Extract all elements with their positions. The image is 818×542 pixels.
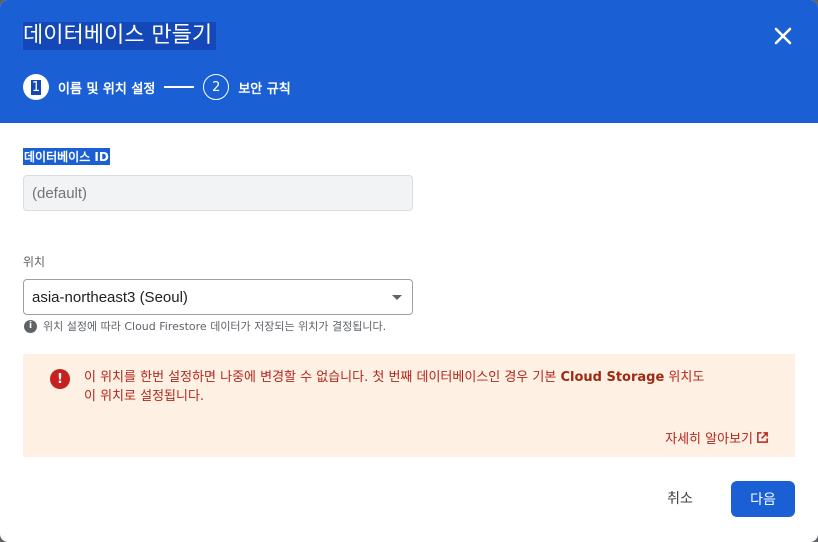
warning-text-prefix: 이 위치를 한번 설정하면 나중에 변경할 수 없습니다. 첫 번째 데이터베이… (84, 370, 561, 385)
location-hint-text: 위치 설정에 따라 Cloud Firestore 데이터가 저장되는 위치가 … (43, 320, 387, 333)
warning-banner: ! 이 위치를 한번 설정하면 나중에 변경할 수 없습니다. 첫 번째 데이터… (23, 354, 795, 457)
location-hint: i 위치 설정에 따라 Cloud Firestore 데이터가 저장되는 위치… (24, 319, 386, 333)
close-icon[interactable] (771, 24, 795, 48)
create-database-dialog: 데이터베이스 만들기 1 이름 및 위치 설정 2 보안 규칙 데이터베이스 I… (0, 0, 818, 542)
location-selected-value: asia-northeast3 (Seoul) (32, 288, 188, 306)
learn-more-link[interactable]: 자세히 알아보기 (665, 428, 769, 447)
step-2-label: 보안 규칙 (238, 81, 291, 97)
external-link-icon (757, 432, 768, 443)
location-select[interactable]: asia-northeast3 (Seoul) (23, 279, 413, 315)
step-1-number: 1 (23, 74, 49, 100)
info-icon: i (24, 319, 37, 333)
database-id-label: 데이터베이스 ID (23, 148, 110, 165)
warning-text-line2: 이 위치로 설정됩니다. (84, 389, 205, 404)
dropdown-arrow-icon (392, 295, 402, 300)
learn-more-label: 자세히 알아보기 (665, 432, 753, 447)
cancel-button[interactable]: 취소 (656, 484, 704, 512)
step-1-label: 이름 및 위치 설정 (58, 81, 156, 97)
stepper: 1 이름 및 위치 설정 2 보안 규칙 (23, 74, 291, 100)
location-label: 위치 (23, 255, 46, 269)
error-icon: ! (50, 369, 70, 389)
database-id-input[interactable] (23, 175, 413, 211)
step-2-number: 2 (203, 74, 230, 100)
warning-text: 이 위치를 한번 설정하면 나중에 변경할 수 없습니다. 첫 번째 데이터베이… (84, 368, 774, 406)
warning-text-suffix: 위치도 (664, 370, 705, 385)
warning-text-bold: Cloud Storage (560, 370, 665, 385)
dialog-title: 데이터베이스 만들기 (23, 22, 217, 50)
step-connector (164, 86, 195, 88)
next-button[interactable]: 다음 (731, 481, 795, 517)
dialog-header: 데이터베이스 만들기 1 이름 및 위치 설정 2 보안 규칙 (0, 0, 818, 123)
